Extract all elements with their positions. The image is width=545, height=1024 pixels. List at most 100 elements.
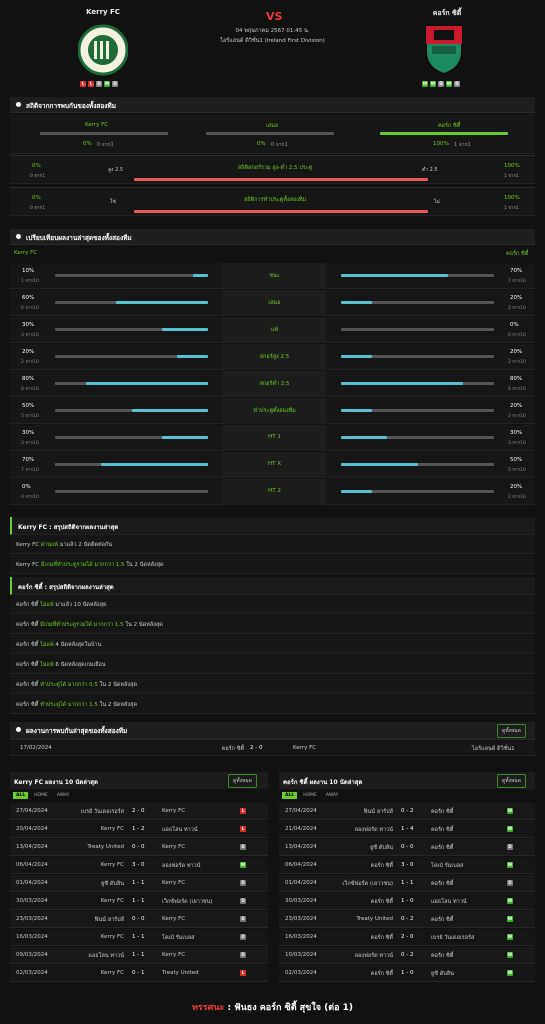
form-badge-l: L xyxy=(80,81,86,87)
match-row[interactable]: 23/03/2024 Treaty United 0 - 2 คอร์ก ซิตี้ W xyxy=(279,911,535,928)
away-bar-fill xyxy=(341,382,464,385)
away-pct: 80% xyxy=(510,376,523,382)
view-all-button[interactable]: ดูทั้งหมด xyxy=(228,774,257,788)
stat-detail: มากกว่า 1.5 xyxy=(94,562,127,568)
away-pct: 0% xyxy=(510,322,519,328)
stat-range: ใน 2 นัดหลังสุด xyxy=(99,682,138,688)
compare-label-cell: เสมอ xyxy=(223,290,326,316)
match-date: 27/04/2024 xyxy=(285,808,317,814)
away-bar xyxy=(341,409,494,412)
summary-line: คอร์ก ซิตี้ ไม่แพ้ 6 นัดหลังสุดเกมเยือน xyxy=(10,655,535,674)
result-badge-w: W xyxy=(507,970,513,976)
home-count: 3 จาก10 xyxy=(21,441,39,446)
away-bar xyxy=(341,436,494,439)
form-badge-d: D xyxy=(96,81,102,87)
form-badge-w: W xyxy=(430,81,436,87)
match-row[interactable]: 30/03/2024 Kerry FC 1 - 1 เว็กซ์ฟอร์ด (เยาว… xyxy=(10,893,268,910)
match-row[interactable]: 16/03/2024 คอร์ก ซิตี้ 2 - 0 เบรย์ วันเดอเร… xyxy=(279,929,535,946)
score: 1 - 1 xyxy=(132,952,145,958)
stat-range: ใน 2 นัดหลังสุด xyxy=(99,702,138,708)
over-under-title: สถิติสกอร์รวม สูง-ต่ำ 2.5 ประตู xyxy=(237,165,313,171)
view-all-button[interactable]: ดูทั้งหมด xyxy=(497,774,526,788)
match-date: 21/04/2024 xyxy=(285,826,317,832)
home-count: 8 จาก10 xyxy=(21,387,39,392)
cork-city-logo xyxy=(425,25,463,76)
away-team: เบรย์ วันเดอเรอร์ส xyxy=(431,935,475,941)
h2h-wdl-row: Kerry FC เสมอ คอร์ก ซิตี้ 0% 0 จาก1 0% 0… xyxy=(10,114,535,154)
match-row[interactable]: 27/04/2024 เบรย์ วันเดอเรอร์ส 2 - 0 Kerry F… xyxy=(10,803,268,820)
match-date: 17/02/2024 xyxy=(20,745,52,751)
match-row[interactable]: 16/03/2024 Kerry FC 1 - 1 โคเบ้ รัมเบลส D xyxy=(10,929,268,946)
compare-label: ชนะ xyxy=(269,273,280,279)
stat-detail: 6 นัดหลังสุดเกมเยือน xyxy=(55,662,106,668)
away-team: ยูซี ดับลิน xyxy=(431,971,454,977)
match-row[interactable]: 13/04/2024 Treaty United 0 - 0 Kerry FC D xyxy=(10,839,268,856)
match-row[interactable]: 27/04/2024 ฟินน์ ฮาร์ปส์ 0 - 2 คอร์ก ซิตี้ W xyxy=(279,803,535,820)
home-pct: 20% xyxy=(22,349,35,355)
match-row[interactable]: 02/03/2024 Kerry FC 0 - 1 Treaty United L xyxy=(10,965,268,982)
team-name: คอร์ก ซิตี้ xyxy=(16,682,41,688)
home-label: Kerry FC xyxy=(85,122,109,128)
tab-home[interactable]: HOME xyxy=(31,792,51,799)
h2h-result-row[interactable]: 17/02/2024 คอร์ก ซิตี้ 2 - 0 Kerry FC ไอร์แล… xyxy=(10,741,535,756)
match-date: 30/03/2024 xyxy=(16,898,48,904)
result-badge-w: W xyxy=(507,898,513,904)
verdict-separator: : xyxy=(227,1003,232,1013)
compare-row: 20% 2 จาก10 สกอร์สูง 2.5 20% 2 จาก10 xyxy=(10,344,535,370)
view-all-button[interactable]: ดูทั้งหมด xyxy=(497,724,526,738)
away-team: Kerry FC xyxy=(293,745,317,751)
match-row[interactable]: 02/03/2024 คอร์ก ซิตี้ 1 - 0 ยูซี ดับลิน W xyxy=(279,965,535,982)
away-bar xyxy=(341,274,494,277)
home-bar xyxy=(55,436,208,439)
match-row[interactable]: 20/04/2024 Kerry FC 1 - 2 แอธโลน ทาวน์ L xyxy=(10,821,268,838)
tab-home[interactable]: HOME xyxy=(300,792,320,799)
away-team: โคเบ้ รัมเบลส xyxy=(162,935,195,941)
match-date: 13/04/2024 xyxy=(16,844,48,850)
away-bar-fill xyxy=(341,301,372,304)
home-team: Kerry FC xyxy=(100,862,124,868)
match-row[interactable]: 10/03/2024 ลองฟอร์ด ทาวน์ 0 - 2 คอร์ก ซิตี้… xyxy=(279,947,535,964)
away-pct: 20% xyxy=(510,484,523,490)
match-row[interactable]: 06/04/2024 Kerry FC 3 - 0 ลองฟอร์ด ทาวน์ W xyxy=(10,857,268,874)
team-name: คอร์ก ซิตี้ xyxy=(16,602,41,608)
away-bar xyxy=(341,490,494,493)
compare-row: 50% 5 จาก10 ทำประตูทั้งสองทีม 20% 2 จาก10 xyxy=(10,398,535,424)
away-count: 2 จาก10 xyxy=(508,306,526,311)
home-pct: 50% xyxy=(22,403,35,409)
home-team: คอร์ก ซิตี้ xyxy=(370,863,393,869)
score: 2 - 0 xyxy=(250,745,263,751)
away-team-name[interactable]: คอร์ก ซิตี้ xyxy=(392,8,502,19)
away-bar xyxy=(341,355,494,358)
stat-detail: 4 นัดหลังสุดในบ้าน xyxy=(55,642,102,648)
score: 1 - 1 xyxy=(401,880,414,886)
match-row[interactable]: 09/03/2024 แอธโลน ทาวน์ 1 - 1 Kerry FC D xyxy=(10,947,268,964)
away-team: ลองฟอร์ด ทาวน์ xyxy=(162,863,201,869)
verdict-label: ทรรศนะ xyxy=(192,1003,225,1013)
match-row[interactable]: 06/04/2024 คอร์ก ซิตี้ 3 - 0 โคเบ้ รัมเบลส W xyxy=(279,857,535,874)
home-team: ฟินน์ ฮาร์ปส์ xyxy=(94,917,124,923)
match-row[interactable]: 21/04/2024 ลองฟอร์ด ทาวน์ 1 - 4 คอร์ก ซิตี้… xyxy=(279,821,535,838)
match-row[interactable]: 30/03/2024 คอร์ก ซิตี้ 1 - 0 แอธโลน ทาวน์ W xyxy=(279,893,535,910)
compare-label: สกอร์ต่ำ 2.5 xyxy=(259,381,290,387)
league-name[interactable]: ไอร์แลนด์ ดิวิชั่น1 (Ireland First Divis… xyxy=(190,37,355,45)
match-row[interactable]: 13/04/2024 ยูซี ดับลิน 0 - 0 คอร์ก ซิตี้ D xyxy=(279,839,535,856)
home-team-name[interactable]: Kerry FC xyxy=(48,8,158,16)
h2h-btts-row: 0% 0 จาก1 ใช่ สถิติการทำประตูทั้งสองทีม … xyxy=(10,187,535,216)
stat-keyword: ไม่แพ้ xyxy=(40,602,56,608)
home-team: Kerry FC xyxy=(100,970,124,976)
home-team: ยูซี ดับลิน xyxy=(101,881,124,887)
draw-bar xyxy=(206,132,334,135)
tab-away[interactable]: AWAY xyxy=(54,792,73,799)
home-bar xyxy=(55,301,208,304)
match-row[interactable]: 23/03/2024 ฟินน์ ฮาร์ปส์ 0 - 0 Kerry FC D xyxy=(10,911,268,928)
result-badge-w: W xyxy=(507,934,513,940)
match-row[interactable]: 01/04/2024 ยูซี ดับลิน 1 - 1 Kerry FC D xyxy=(10,875,268,892)
match-date: 01/04/2024 xyxy=(285,880,317,886)
summary-text: คอร์ก ซิตี้ มีเกมที่ทำประตูรวมได้ มากกว่… xyxy=(16,621,163,629)
tab-away[interactable]: AWAY xyxy=(323,792,342,799)
home-bar-fill xyxy=(162,436,208,439)
away-pct: 20% xyxy=(510,295,523,301)
tab-all[interactable]: ALL xyxy=(282,792,298,799)
tab-all[interactable]: ALL xyxy=(13,792,29,799)
match-row[interactable]: 01/04/2024 เว็กซ์ฟอร์ด (เยาวชน) 1 - 1 คอร์ก… xyxy=(279,875,535,892)
